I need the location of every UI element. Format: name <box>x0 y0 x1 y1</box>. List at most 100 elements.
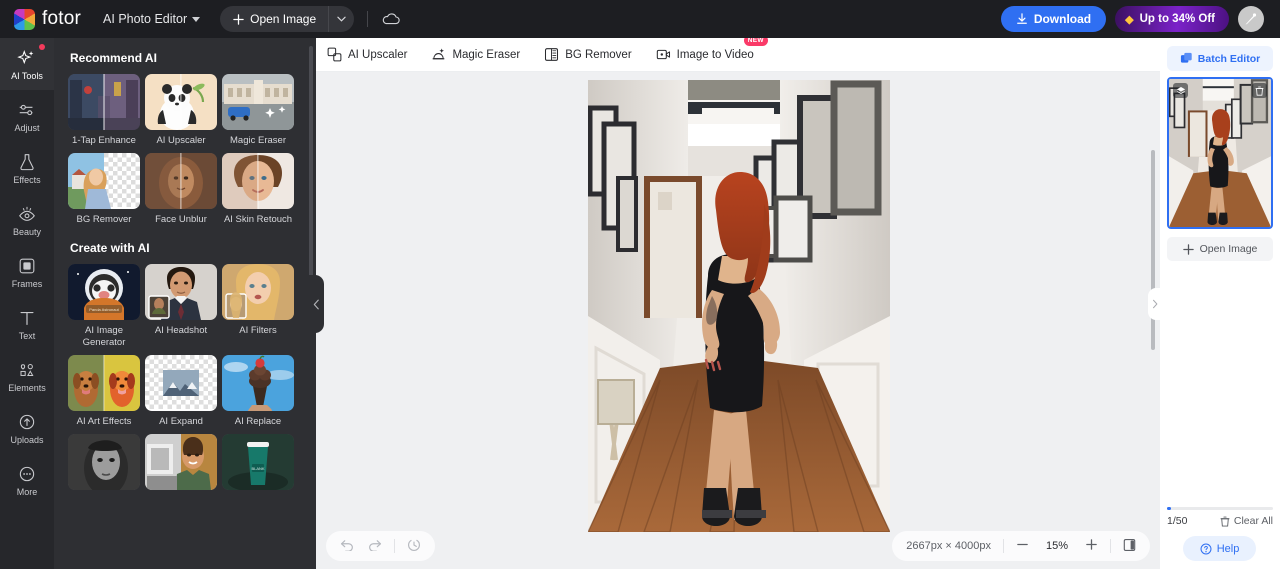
tab-label: AI Upscaler <box>348 48 408 61</box>
sidebar-item-beauty[interactable]: Beauty <box>0 194 54 246</box>
sidebar-item-more[interactable]: More <box>0 454 54 506</box>
tool-card-ai-expand[interactable]: AI Expand <box>145 355 217 428</box>
tab-magic-eraser[interactable]: Magic Eraser <box>431 38 520 72</box>
clear-all-button[interactable]: Clear All <box>1220 515 1273 527</box>
svg-text:BLANK: BLANK <box>251 466 264 471</box>
magic-eraser-icon <box>432 48 445 60</box>
divider <box>1003 539 1004 553</box>
app-mode-selector[interactable]: AI Photo Editor <box>103 12 201 26</box>
fotor-app-window: fotor AI Photo Editor Open Image Downloa… <box>0 0 1280 569</box>
tool-card-ai-headshot[interactable]: AI Headshot <box>145 264 217 349</box>
plus-icon <box>1086 539 1097 550</box>
zoom-out-button[interactable] <box>1016 538 1029 554</box>
sidebar-item-ai-tools[interactable]: AI Tools <box>0 38 54 90</box>
tool-card-ai-upscaler[interactable]: AI Upscaler <box>145 74 217 147</box>
tool-card-label: AI Skin Retouch <box>223 214 293 225</box>
canvas-bottom-bar: 2667px × 4000px 15% <box>326 531 1150 561</box>
section-title-create: Create with AI <box>70 241 150 255</box>
tool-card-face-unblur[interactable]: Face Unblur <box>145 153 217 226</box>
chevron-down-icon <box>192 16 201 22</box>
open-image-button[interactable]: Open Image <box>220 6 329 32</box>
tab-image-to-video[interactable]: Image to Video NEW <box>656 34 768 72</box>
brand-logo[interactable]: fotor <box>14 8 81 30</box>
text-t-icon <box>17 308 37 328</box>
sidebar-item-text[interactable]: Text <box>0 298 54 350</box>
chevron-down-icon <box>337 16 346 22</box>
batch-editor-button[interactable]: Batch Editor <box>1167 46 1273 71</box>
panel-scrollbar[interactable] <box>309 46 313 296</box>
cloud-icon[interactable] <box>381 12 401 26</box>
download-button[interactable]: Download <box>1000 6 1107 32</box>
promo-button[interactable]: ◆ Up to 34% Off <box>1115 6 1229 32</box>
question-circle-icon <box>1200 543 1212 554</box>
canvas-scrollbar[interactable] <box>1151 150 1155 350</box>
ellipsis-circle-icon <box>17 464 37 484</box>
sparkles-icon <box>17 48 37 68</box>
redo-icon[interactable] <box>367 538 382 554</box>
woman-bg-checker-thumb <box>68 153 140 209</box>
panel-collapse-toggle[interactable] <box>308 275 324 333</box>
app-title: AI Photo Editor <box>103 12 188 26</box>
tool-card-bw-portrait[interactable] <box>68 434 140 507</box>
video-icon <box>656 49 670 60</box>
eye-icon <box>17 204 37 224</box>
right-panel-expand-toggle[interactable] <box>1148 288 1162 320</box>
tool-card-1-tap-enhance[interactable]: 1-Tap Enhance <box>68 74 140 147</box>
panda-astronaut-thumb: Panda Astronaut <box>68 264 140 320</box>
avatar[interactable] <box>1238 6 1264 32</box>
dog-art-split-thumb <box>68 355 140 411</box>
help-button[interactable]: Help <box>1183 536 1256 561</box>
fit-panel-button[interactable] <box>1123 538 1136 555</box>
sidebar-item-elements[interactable]: Elements <box>0 350 54 402</box>
tool-card-ai-image-generator[interactable]: Panda Astronaut AI Image Generator <box>68 264 140 349</box>
image-thumbnail[interactable] <box>1167 77 1273 229</box>
tool-card-label: Face Unblur <box>155 214 207 225</box>
tool-card-coffee-cup[interactable]: BLANK <box>222 434 294 507</box>
tool-card-bg-remover[interactable]: BG Remover <box>68 153 140 226</box>
curly-hair-face-split-thumb <box>145 153 217 209</box>
zoom-level: 15% <box>1045 540 1069 552</box>
layers-icon[interactable] <box>1173 83 1188 98</box>
right-panel: Batch Editor Open Image 1/50 Clear All H… <box>1151 38 1280 569</box>
tool-card-ai-skin-retouch[interactable]: AI Skin Retouch <box>222 153 294 226</box>
batch-layers-icon <box>1180 52 1192 63</box>
tool-card-colorize[interactable] <box>145 434 217 507</box>
svg-text:Panda Astronaut: Panda Astronaut <box>89 307 119 312</box>
tab-label: Magic Eraser <box>452 48 521 61</box>
open-image-dropdown[interactable] <box>328 6 355 32</box>
bw-portrait-thumb <box>68 434 140 490</box>
batch-editor-label: Batch Editor <box>1197 52 1261 65</box>
divider <box>1110 539 1111 553</box>
section-title-recommend: Recommend AI <box>70 51 157 65</box>
sidebar-item-uploads[interactable]: Uploads <box>0 402 54 454</box>
sidebar-item-label: Frames <box>11 278 43 289</box>
tool-card-label: AI Expand <box>159 416 203 427</box>
sidebar-item-adjust[interactable]: Adjust <box>0 90 54 142</box>
sidebar-item-frames[interactable]: Frames <box>0 246 54 298</box>
tool-card-ai-art-effects[interactable]: AI Art Effects <box>68 355 140 428</box>
tool-card-ai-replace[interactable]: AI Replace <box>222 355 294 428</box>
tool-card-label <box>68 495 140 507</box>
open-image-button-panel[interactable]: Open Image <box>1167 237 1273 261</box>
canvas-image[interactable] <box>588 80 890 532</box>
tab-ai-upscaler[interactable]: AI Upscaler <box>327 38 407 72</box>
batch-progress-track[interactable] <box>1167 507 1273 510</box>
zoom-in-button[interactable] <box>1085 538 1098 554</box>
plus-icon <box>1182 243 1194 255</box>
header-divider <box>367 11 369 27</box>
tool-card-ai-filters[interactable]: AI Filters <box>222 264 294 349</box>
icecream-sky-thumb <box>222 355 294 411</box>
colorize-man-thumb <box>145 434 217 490</box>
sidebar-item-label: Uploads <box>10 434 44 445</box>
undo-icon[interactable] <box>340 538 355 554</box>
gem-icon: ◆ <box>1125 13 1134 26</box>
ai-tool-tabs: AI Upscaler Magic Eraser BG Remover Imag… <box>316 34 1160 72</box>
image-dimensions: 2667px × 4000px <box>906 540 991 552</box>
trash-icon[interactable] <box>1252 83 1267 98</box>
sidebar-item-label: Text <box>18 330 36 341</box>
tab-bg-remover[interactable]: BG Remover <box>544 38 632 72</box>
history-clock-icon[interactable] <box>407 538 421 555</box>
tool-card-magic-eraser[interactable]: Magic Eraser <box>222 74 294 147</box>
sidebar-item-effects[interactable]: Effects <box>0 142 54 194</box>
upload-cloud-icon <box>17 412 37 432</box>
